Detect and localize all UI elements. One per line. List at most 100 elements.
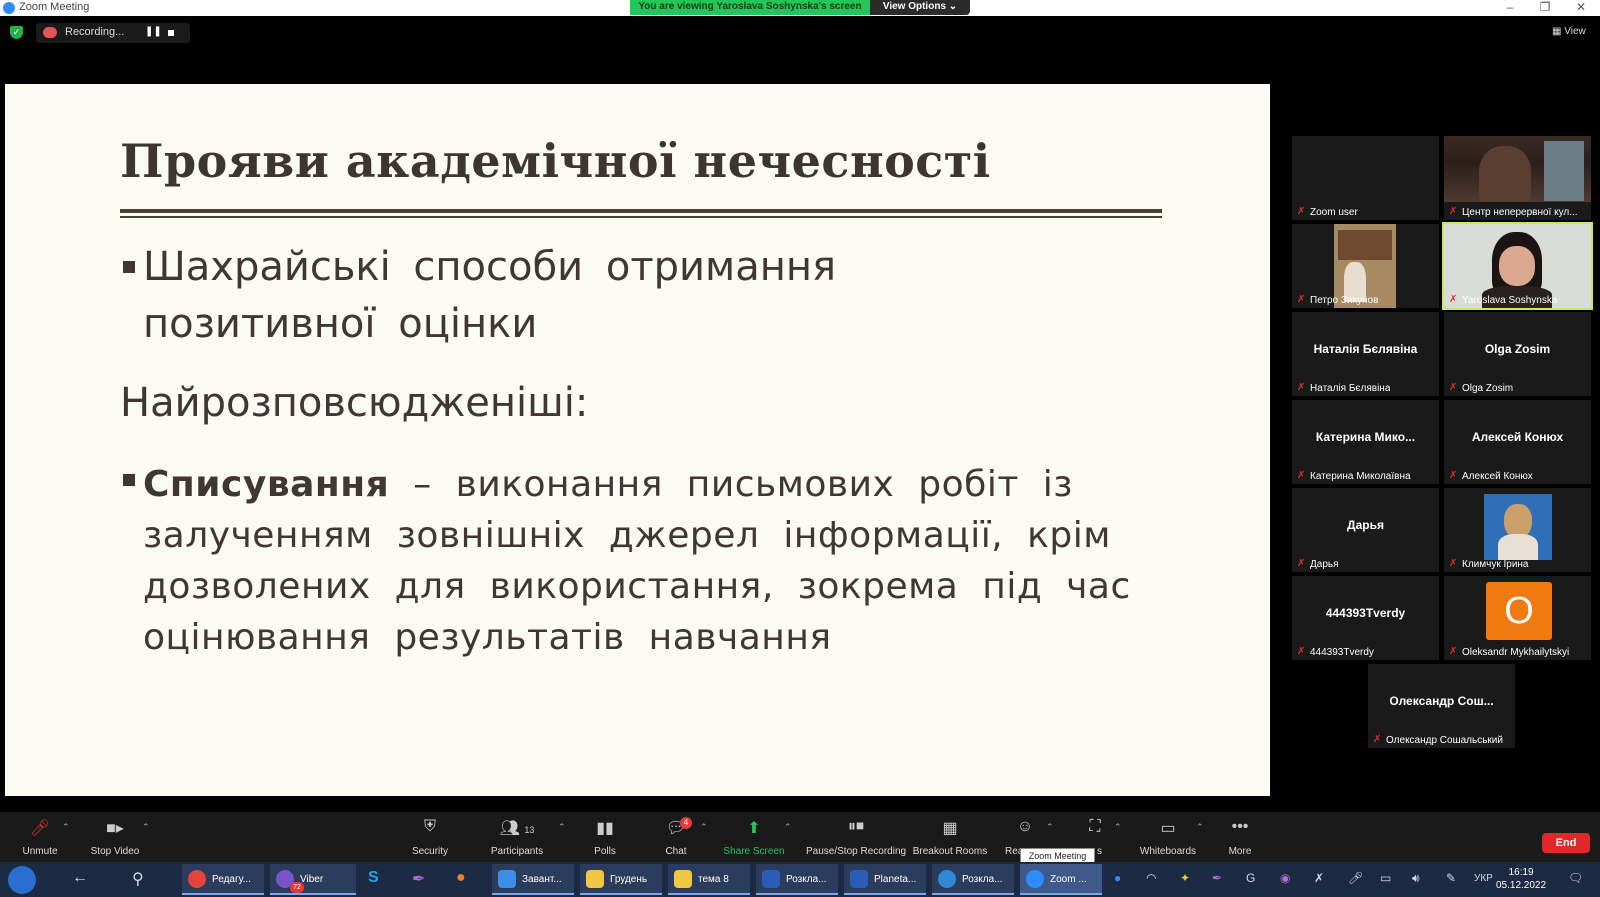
bullet-square-icon [123, 261, 135, 273]
security-button[interactable]: ⛨ Security [390, 812, 470, 862]
breakout-rooms-label: Breakout Rooms [912, 846, 988, 857]
participant-video [1484, 494, 1552, 560]
muted-mic-icon: ✗ [1297, 294, 1306, 305]
participant-display-name: Наталія Бєлявіна [1313, 342, 1418, 356]
language-indicator[interactable]: УКР [1474, 873, 1493, 884]
taskbar-chrome[interactable]: Редагу... [182, 864, 264, 895]
notifications-icon[interactable]: 🗨︎ [1568, 871, 1583, 885]
minimize-icon[interactable]: – [1495, 0, 1525, 14]
breakout-rooms-grid-icon: ▦ [942, 820, 958, 837]
participants-button[interactable]: 👥︎ 13 Participants [477, 812, 557, 862]
audio-options-chevron-icon[interactable]: ⌃ [62, 822, 70, 833]
taskbar-viber[interactable]: Viber [270, 864, 356, 895]
chat-chevron-icon[interactable]: ⌃ [700, 822, 708, 833]
zoom-logo-icon [3, 2, 15, 14]
pause-stop-recording-label: Pause/Stop Recording [806, 846, 907, 857]
chat-unread-badge: 4 [680, 817, 692, 829]
whiteboards-chevron-icon[interactable]: ⌃ [1196, 822, 1204, 833]
participant-tile[interactable]: 444393Tverdy ✗ 444393Tverdy [1292, 576, 1439, 660]
folder-icon [674, 870, 692, 889]
participant-tile[interactable]: ✗ Петро Зикунов [1292, 224, 1439, 308]
share-options-chevron-icon[interactable]: ⌃ [784, 822, 792, 833]
participant-name: Yaroslava Soshynska [1462, 295, 1558, 306]
taskbar-folder-tema[interactable]: тема 8 [668, 864, 750, 895]
skype-icon[interactable]: S [368, 869, 379, 887]
view-button[interactable]: ▦ View [1552, 26, 1586, 37]
participant-tile[interactable]: ✗ Центр неперервної кул... [1444, 136, 1591, 220]
start-button-icon[interactable] [8, 866, 36, 894]
wifi-icon[interactable]: ◠ [1146, 871, 1156, 885]
battery-icon[interactable]: ▭ [1380, 871, 1391, 885]
participant-tile[interactable]: Катерина Мико... ✗ Катерина Миколаївна [1292, 400, 1439, 484]
bullet-square-icon [123, 474, 135, 486]
system-clock[interactable]: 16:19 05.12.2022 [1496, 866, 1546, 892]
taskbar-edge-rozklad[interactable]: Розкла... [932, 864, 1014, 895]
polls-button[interactable]: ▮▮ Polls [565, 812, 645, 862]
share-screen-button[interactable]: ⬆ Share Screen [714, 812, 794, 862]
stop-recording-icon[interactable] [168, 30, 174, 36]
grammarly-icon[interactable]: G [1246, 871, 1255, 885]
taskbar-word-planeta[interactable]: Planeta... [844, 864, 926, 895]
viber-tray-icon[interactable]: ◉ [1280, 871, 1290, 885]
search-icon[interactable]: ⚲ [132, 869, 144, 889]
active-speaker-tile[interactable]: ✗ Yaroslava Soshynska [1442, 222, 1593, 310]
window-title: Zoom Meeting [19, 1, 90, 13]
pen-icon[interactable]: ✎ [1446, 871, 1456, 885]
more-button[interactable]: ••• More [1210, 812, 1270, 862]
muted-mic-icon: ✗ [1449, 646, 1458, 657]
feather-app-icon[interactable]: ✒ [412, 869, 425, 889]
participant-tile[interactable]: O ✗ Oleksandr Mykhailytskyi [1444, 576, 1591, 660]
participant-name: Zoom user [1310, 207, 1358, 218]
reactions-chevron-icon[interactable]: ⌃ [1046, 822, 1054, 833]
task-label: Planeta... [874, 874, 917, 885]
chat-button[interactable]: 💬︎ Chat [636, 812, 716, 862]
microphone-icon[interactable]: 🎤︎ [1348, 871, 1363, 885]
apps-chevron-icon[interactable]: ⌃ [1114, 822, 1122, 833]
participant-tile[interactable]: ✗ Zoom user [1292, 136, 1439, 220]
apps-label: s [1097, 846, 1102, 857]
tray-app-icon[interactable]: ✦ [1180, 871, 1190, 885]
participant-tile[interactable]: Олександр Сош... ✗ Олександр Сошальський [1368, 664, 1515, 748]
security-shield-icon: ⛨ [423, 818, 436, 835]
participant-tile[interactable]: Алексей Конюх ✗ Алексей Конюх [1444, 400, 1591, 484]
feather-tray-icon[interactable]: ✒ [1212, 871, 1222, 885]
restore-icon[interactable]: ❐ [1530, 0, 1560, 14]
taskbar-word-rozklad[interactable]: Розкла... [756, 864, 838, 895]
pause-recording-icon[interactable]: ❚❚ [145, 26, 162, 37]
whiteboards-button[interactable]: ▭ Whiteboards [1128, 812, 1208, 862]
bluetooth-off-icon[interactable]: ✗ [1314, 871, 1324, 885]
taskbar-folder-hruden[interactable]: Грудень [580, 864, 662, 895]
encryption-shield-icon[interactable]: ✓ [10, 26, 23, 39]
end-meeting-button[interactable]: End [1542, 833, 1590, 853]
unmute-button[interactable]: 🎤︎ Unmute [0, 812, 80, 862]
muted-mic-icon: ✗ [1449, 206, 1458, 217]
bullet2-paragraph: Списування – виконання письмових робіт і… [143, 459, 1153, 663]
stop-video-button[interactable]: ■▸ Stop Video [75, 812, 155, 862]
zoom-tray-icon[interactable]: ● [1114, 871, 1121, 885]
participant-tile[interactable]: ✗ Климчук Ірина [1444, 488, 1591, 572]
view-options-button[interactable]: View Options ⌄ [870, 0, 970, 15]
participant-display-name: Алексей Конюх [1471, 430, 1564, 444]
participant-display-name: Катерина Мико... [1315, 430, 1416, 444]
zoom-icon [1026, 870, 1044, 889]
breakout-rooms-button[interactable]: ▦ Breakout Rooms [910, 812, 990, 862]
participant-tile[interactable]: Дарья ✗ Дарья [1292, 488, 1439, 572]
task-label: Viber [300, 874, 324, 885]
task-label: Грудень [610, 874, 648, 885]
taskbar-downloads[interactable]: Завант... [492, 864, 574, 895]
task-label: Редагу... [212, 874, 251, 885]
participant-tile[interactable]: Наталія Бєлявіна ✗ Наталія Бєлявіна [1292, 312, 1439, 396]
download-icon [498, 870, 516, 889]
share-screen-label: Share Screen [723, 846, 785, 857]
task-label: Завант... [522, 874, 562, 885]
back-arrow-icon[interactable]: ← [72, 869, 88, 887]
share-screen-arrow-icon: ⬆ [747, 820, 761, 837]
video-options-chevron-icon[interactable]: ⌃ [142, 822, 150, 833]
taskbar-zoom[interactable]: Zoom ... [1020, 864, 1102, 895]
close-icon[interactable]: ✕ [1566, 0, 1596, 14]
pause-stop-recording-button[interactable]: ⏸⏹ Pause/Stop Recording [806, 812, 906, 862]
polls-label: Polls [594, 846, 616, 857]
participant-tile[interactable]: Olga Zosim ✗ Olga Zosim [1444, 312, 1591, 396]
volume-icon[interactable]: 🔊︎ [1412, 871, 1420, 886]
firefox-icon[interactable]: ● [456, 869, 466, 887]
